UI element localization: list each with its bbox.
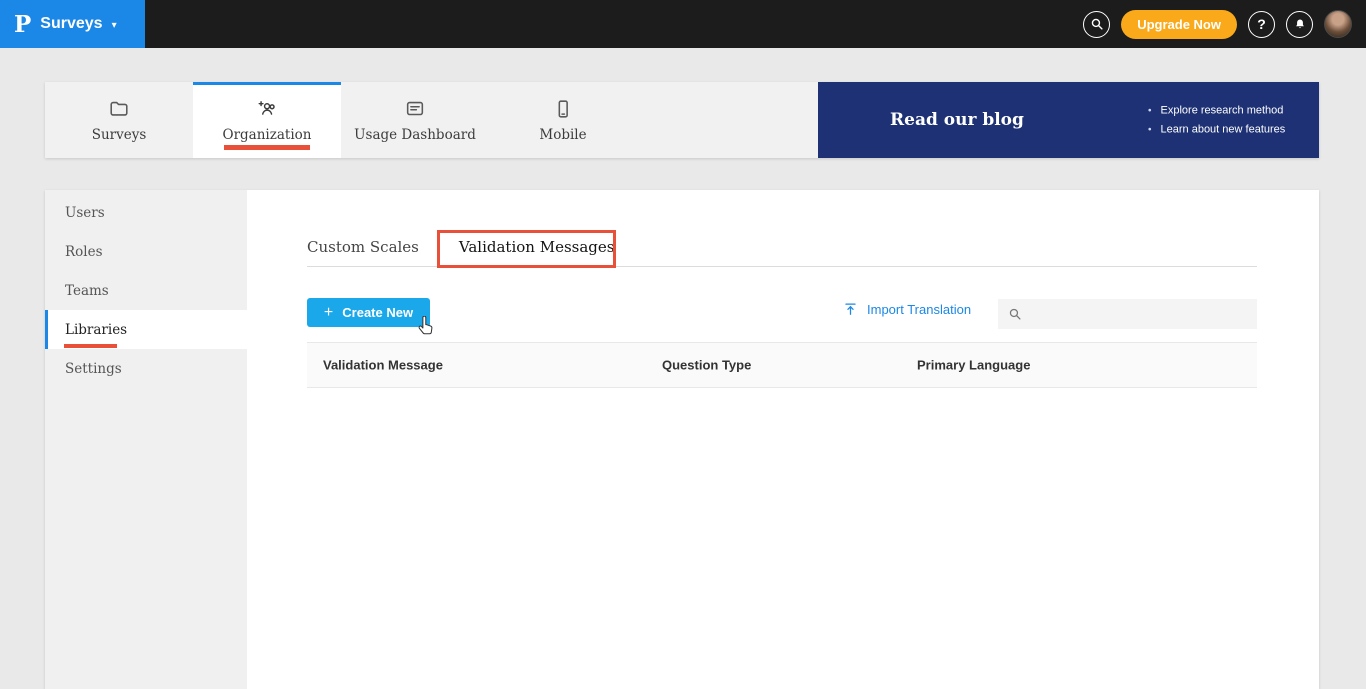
product-name-label: Surveys [40, 15, 103, 32]
nav-tab-mobile[interactable]: Mobile [489, 82, 637, 158]
import-translation-link[interactable]: Import Translation [843, 301, 971, 317]
questionpro-logo-icon: P [14, 10, 32, 38]
sidebar-item-roles[interactable]: Roles [45, 232, 247, 271]
blog-bullet-text: Learn about new features [1160, 123, 1286, 136]
settings-sidebar: Users Roles Teams Libraries Settings [45, 190, 247, 689]
help-button[interactable]: ? [1248, 10, 1275, 38]
sidebar-item-label: Libraries [65, 321, 128, 338]
sidebar-item-settings[interactable]: Settings [45, 349, 247, 388]
import-icon [845, 303, 856, 315]
sidebar-item-libraries[interactable]: Libraries [45, 310, 247, 349]
nav-tab-usage-dashboard[interactable]: Usage Dashboard [341, 82, 489, 158]
product-switcher[interactable]: P Surveys ▾ [0, 0, 145, 48]
nav-tab-surveys[interactable]: Surveys [45, 82, 193, 158]
search-button[interactable] [1083, 10, 1111, 38]
folder-icon [110, 101, 128, 116]
dashboard-icon [406, 101, 424, 115]
plus-icon: + [323, 303, 334, 321]
nav-tab-label: Usage Dashboard [354, 126, 476, 143]
bell-icon [1295, 19, 1304, 28]
topbar: P Surveys ▾ Upgrade Now ? [0, 0, 1366, 48]
blog-bullet-item: • Explore research method [1148, 105, 1285, 117]
blog-promo-panel[interactable]: Read our blog • Explore research method … [818, 82, 1319, 158]
tabs-divider [307, 266, 1257, 267]
library-tabs: Custom Scales Validation Messages [307, 238, 614, 256]
blog-bullet-text: Explore research method [1160, 104, 1284, 117]
blog-bullet-item: • Learn about new features [1148, 124, 1285, 136]
nav-tab-label: Surveys [91, 126, 147, 143]
sidebar-item-teams[interactable]: Teams [45, 271, 247, 310]
bullet-icon: • [1148, 124, 1152, 135]
mobile-icon [558, 99, 568, 118]
nav-tab-organization[interactable]: Organization [193, 82, 341, 158]
create-new-label: Create New [342, 305, 414, 320]
annotation-underline-libraries [64, 344, 117, 348]
people-icon [258, 100, 275, 115]
primary-nav: Surveys Organization Usage Dashboard Mob… [45, 82, 1319, 158]
annotation-underline-organization [224, 145, 310, 150]
upgrade-now-button[interactable]: Upgrade Now [1121, 9, 1237, 39]
table-search[interactable] [998, 299, 1257, 329]
avatar[interactable] [1324, 10, 1352, 38]
sidebar-item-users[interactable]: Users [45, 193, 247, 232]
nav-tab-label: Organization [222, 126, 312, 143]
blog-bullet-list: • Explore research method • Learn about … [1148, 105, 1285, 136]
question-mark-icon: ? [1257, 16, 1266, 32]
blog-panel-title: Read our blog [890, 110, 1024, 130]
import-translation-label: Import Translation [867, 301, 972, 317]
tab-validation-messages[interactable]: Validation Messages [459, 238, 615, 256]
column-header-question-type: Question Type [662, 357, 752, 373]
chevron-down-icon: ▾ [111, 19, 117, 31]
tab-custom-scales[interactable]: Custom Scales [307, 238, 419, 256]
validation-messages-table-header: Validation Message Question Type Primary… [307, 342, 1257, 388]
nav-tab-label: Mobile [539, 126, 587, 143]
search-icon [1009, 308, 1021, 320]
main-panel: Users Roles Teams Libraries Settings Cus… [45, 190, 1319, 689]
search-icon [1091, 18, 1103, 30]
bullet-icon: • [1148, 105, 1152, 116]
search-input[interactable] [1030, 299, 1257, 329]
column-header-validation-message: Validation Message [323, 357, 443, 373]
notifications-button[interactable] [1286, 10, 1313, 38]
column-header-primary-language: Primary Language [917, 357, 1031, 373]
topbar-actions: Upgrade Now ? [1083, 0, 1352, 48]
create-new-button[interactable]: + Create New [307, 298, 430, 327]
